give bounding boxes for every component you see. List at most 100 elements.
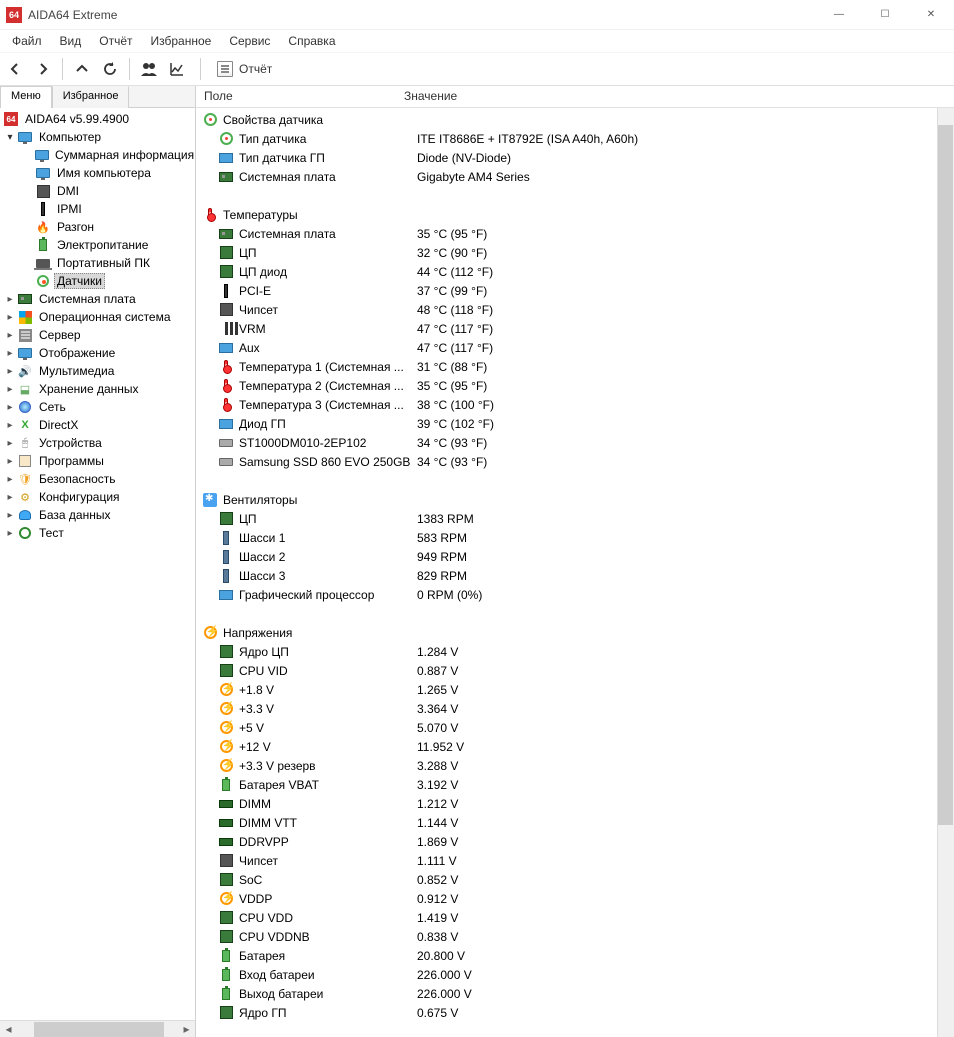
data-row[interactable]: +3.3 V3.364 V	[202, 699, 937, 718]
menu-favorites[interactable]: Избранное	[143, 32, 220, 50]
menu-report[interactable]: Отчёт	[91, 32, 140, 50]
tree-network[interactable]: ▸Сеть	[0, 398, 195, 416]
group-header[interactable]: Вентиляторы	[202, 490, 937, 509]
maximize-button[interactable]: ☐	[862, 0, 908, 30]
expand-icon[interactable]: ▾	[4, 132, 16, 143]
data-row[interactable]: DIMM VTT1.144 V	[202, 813, 937, 832]
data-row[interactable]: Температура 1 (Системная ...31 °C (88 °F…	[202, 357, 937, 376]
data-row[interactable]: Вход батареи226.000 V	[202, 965, 937, 984]
data-row[interactable]: VDDP0.912 V	[202, 889, 937, 908]
data-row[interactable]: Aux47 °C (117 °F)	[202, 338, 937, 357]
data-row[interactable]: Системная плата35 °C (95 °F)	[202, 224, 937, 243]
tree-devices[interactable]: ▸🖰Устройства	[0, 434, 195, 452]
close-button[interactable]: ✕	[908, 0, 954, 30]
data-row[interactable]: DIMM1.212 V	[202, 794, 937, 813]
tree-overclock[interactable]: 🔥Разгон	[0, 218, 195, 236]
tree-summary[interactable]: Суммарная информация	[0, 146, 195, 164]
data-row[interactable]: Температура 3 (Системная ...38 °C (100 °…	[202, 395, 937, 414]
data-row[interactable]: Шасси 1583 RPM	[202, 528, 937, 547]
expand-icon[interactable]: ▸	[4, 366, 16, 377]
tree-ipmi[interactable]: IPMI	[0, 200, 195, 218]
report-button[interactable]: Отчёт	[209, 59, 280, 79]
data-row[interactable]: Чипсет48 °C (118 °F)	[202, 300, 937, 319]
data-row[interactable]: Графический процессор0 RPM (0%)	[202, 585, 937, 604]
data-row[interactable]: +1.8 V1.265 V	[202, 680, 937, 699]
data-row[interactable]: Батарея20.800 V	[202, 946, 937, 965]
tree-database[interactable]: ▸База данных	[0, 506, 195, 524]
expand-icon[interactable]: ▸	[4, 492, 16, 503]
back-button[interactable]	[4, 58, 26, 80]
expand-icon[interactable]: ▸	[4, 402, 16, 413]
tree-computer-name[interactable]: Имя компьютера	[0, 164, 195, 182]
tree-root[interactable]: 64 AIDA64 v5.99.4900	[0, 110, 195, 128]
expand-icon[interactable]: ▸	[4, 510, 16, 521]
scroll-right-icon[interactable]: ▸	[178, 1021, 195, 1037]
expand-icon[interactable]: ▸	[4, 456, 16, 467]
tree-config[interactable]: ▸⚙Конфигурация	[0, 488, 195, 506]
data-row[interactable]: ST1000DM010-2EP10234 °C (93 °F)	[202, 433, 937, 452]
data-row[interactable]: Чипсет1.111 V	[202, 851, 937, 870]
minimize-button[interactable]: —	[816, 0, 862, 30]
expand-icon[interactable]: ▸	[4, 348, 16, 359]
tree-dmi[interactable]: DMI	[0, 182, 195, 200]
tree-display[interactable]: ▸Отображение	[0, 344, 195, 362]
data-row[interactable]: Ядро ЦП1.284 V	[202, 642, 937, 661]
tree-sensors[interactable]: Датчики	[0, 272, 195, 290]
menu-file[interactable]: Файл	[4, 32, 50, 50]
data-row[interactable]: ЦП диод44 °C (112 °F)	[202, 262, 937, 281]
scroll-left-icon[interactable]: ◂	[0, 1021, 17, 1037]
menu-help[interactable]: Справка	[280, 32, 343, 50]
data-row[interactable]: Samsung SSD 860 EVO 250GB34 °C (93 °F)	[202, 452, 937, 471]
data-row[interactable]: +12 V11.952 V	[202, 737, 937, 756]
tree-os[interactable]: ▸Операционная система	[0, 308, 195, 326]
data-row[interactable]: Выход батареи226.000 V	[202, 984, 937, 1003]
tree-test[interactable]: ▸Тест	[0, 524, 195, 542]
refresh-button[interactable]	[99, 58, 121, 80]
tree-power[interactable]: Электропитание	[0, 236, 195, 254]
tree-motherboard[interactable]: ▸Системная плата	[0, 290, 195, 308]
data-row[interactable]: Тип датчика ГПDiode (NV-Diode)	[202, 148, 937, 167]
scroll-thumb[interactable]	[34, 1022, 164, 1037]
tree-portable[interactable]: Портативный ПК	[0, 254, 195, 272]
users-button[interactable]	[138, 58, 160, 80]
data-row[interactable]: SoC0.852 V	[202, 870, 937, 889]
expand-icon[interactable]: ▸	[4, 330, 16, 341]
group-header[interactable]: Свойства датчика	[202, 110, 937, 129]
data-row[interactable]: DDRVPP1.869 V	[202, 832, 937, 851]
data-row[interactable]: CPU VDD1.419 V	[202, 908, 937, 927]
expand-icon[interactable]: ▸	[4, 438, 16, 449]
data-row[interactable]: +5 V5.070 V	[202, 718, 937, 737]
data-row[interactable]: Тип датчикаITE IT8686E + IT8792E (ISA A4…	[202, 129, 937, 148]
tree-multimedia[interactable]: ▸🔊Мультимедиа	[0, 362, 195, 380]
data-row[interactable]: +3.3 V резерв3.288 V	[202, 756, 937, 775]
data-row[interactable]: Ядро ГП0.675 V	[202, 1003, 937, 1022]
expand-icon[interactable]: ▸	[4, 294, 16, 305]
tree-security[interactable]: ▸🛡Безопасность	[0, 470, 195, 488]
group-header[interactable]: Температуры	[202, 205, 937, 224]
column-header-value[interactable]: Значение	[396, 86, 954, 107]
column-header-field[interactable]: Поле	[196, 86, 396, 107]
data-row[interactable]: Батарея VBAT3.192 V	[202, 775, 937, 794]
up-button[interactable]	[71, 58, 93, 80]
tree-storage[interactable]: ▸⬓Хранение данных	[0, 380, 195, 398]
menu-service[interactable]: Сервис	[221, 32, 278, 50]
group-header[interactable]: Напряжения	[202, 623, 937, 642]
sidebar-tab-favorites[interactable]: Избранное	[52, 86, 130, 108]
data-row[interactable]: ЦП1383 RPM	[202, 509, 937, 528]
scroll-thumb[interactable]	[938, 125, 953, 825]
tree-programs[interactable]: ▸Программы	[0, 452, 195, 470]
menu-view[interactable]: Вид	[52, 32, 90, 50]
data-row[interactable]: Диод ГП39 °C (102 °F)	[202, 414, 937, 433]
data-row[interactable]: CPU VID0.887 V	[202, 661, 937, 680]
expand-icon[interactable]: ▸	[4, 474, 16, 485]
tree-computer[interactable]: ▾ Компьютер	[0, 128, 195, 146]
content-scrollbar-vertical[interactable]	[937, 108, 954, 1037]
expand-icon[interactable]: ▸	[4, 384, 16, 395]
tree-server[interactable]: ▸Сервер	[0, 326, 195, 344]
sidebar-tab-menu[interactable]: Меню	[0, 86, 52, 108]
data-row[interactable]: Шасси 3829 RPM	[202, 566, 937, 585]
data-row[interactable]: ЦП32 °C (90 °F)	[202, 243, 937, 262]
tree-directx[interactable]: ▸XDirectX	[0, 416, 195, 434]
expand-icon[interactable]: ▸	[4, 528, 16, 539]
expand-icon[interactable]: ▸	[4, 420, 16, 431]
